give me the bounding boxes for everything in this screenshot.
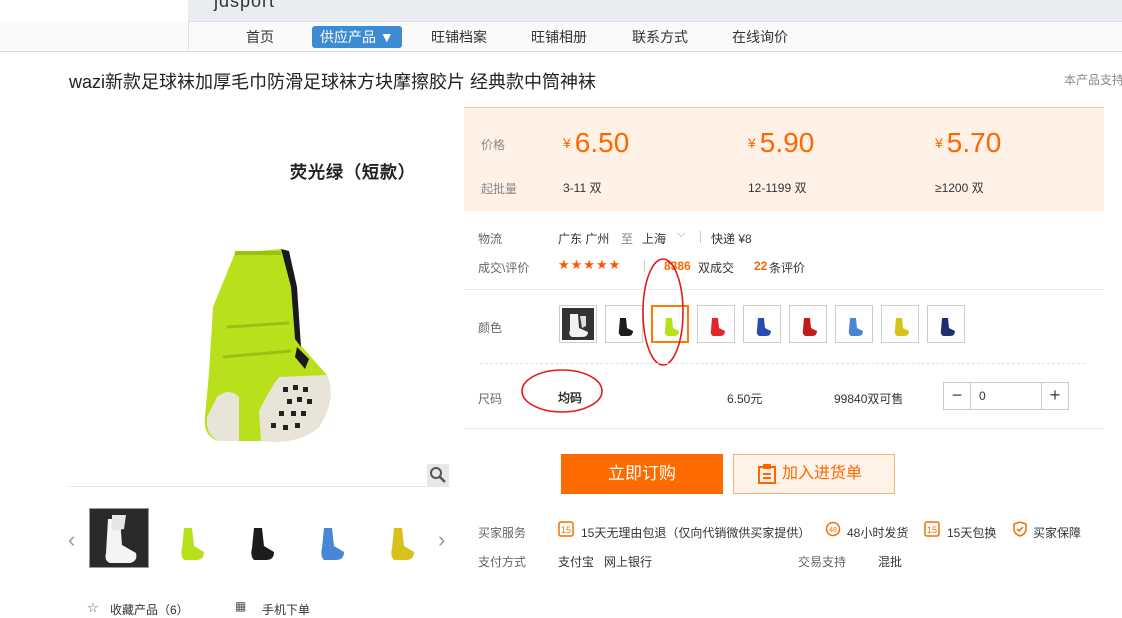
price-tier-2: ¥5.90 bbox=[748, 127, 815, 158]
nav-contact[interactable]: 联系方式 bbox=[632, 26, 688, 48]
express-fee: 快递 ¥8 bbox=[711, 232, 752, 246]
service-guarantee[interactable]: 买家保障 bbox=[1033, 524, 1081, 541]
color-swatch-green[interactable] bbox=[651, 305, 689, 343]
color-swatch-blue[interactable] bbox=[743, 305, 781, 343]
ship-to-select[interactable]: 上海 bbox=[642, 230, 666, 247]
zoom-icon[interactable] bbox=[427, 464, 449, 486]
thumbnail[interactable] bbox=[370, 508, 430, 568]
range-tier-3: ≥1200 双 bbox=[935, 181, 984, 195]
quantity-input[interactable]: 0 bbox=[970, 383, 1042, 409]
range-tier-2: 12-1199 双 bbox=[748, 181, 807, 195]
divider bbox=[700, 231, 701, 243]
rating-stars: ★★★★★ bbox=[558, 257, 622, 272]
thumbnail[interactable] bbox=[89, 508, 149, 568]
star-outline-icon[interactable]: ☆ bbox=[87, 600, 99, 616]
green-sock-image bbox=[204, 249, 331, 442]
svg-text:15: 15 bbox=[927, 525, 937, 535]
shop-brand[interactable]: jdsport bbox=[214, 0, 275, 12]
size-label: 尺码 bbox=[478, 392, 503, 406]
nav-inquiry[interactable]: 在线询价 bbox=[732, 26, 788, 48]
price-panel: 价格 起批量 ¥6.50 ¥5.90 ¥5.70 3-11 双 12-1199 … bbox=[464, 107, 1104, 211]
price-label: 价格 bbox=[481, 138, 506, 152]
buy-now-button[interactable]: 立即订购 bbox=[561, 454, 723, 494]
color-swatch-light-blue[interactable] bbox=[835, 305, 873, 343]
service-return[interactable]: 15天无理由包退（仅向代销微供买家提供） bbox=[581, 524, 810, 541]
divider bbox=[644, 260, 645, 272]
nav-album[interactable]: 旺铺相册 bbox=[531, 26, 587, 48]
thumbnail[interactable] bbox=[160, 508, 220, 568]
service-shipping[interactable]: 48小时发货 bbox=[847, 524, 908, 541]
services-label: 买家服务 bbox=[478, 526, 527, 540]
logistics-label: 物流 bbox=[478, 232, 503, 246]
sales-label: 成交\评价 bbox=[478, 261, 530, 275]
size-value: 均码 bbox=[558, 391, 583, 405]
exchange-badge-icon: 15 bbox=[924, 521, 940, 537]
payment-methods: 支付宝 网上银行 bbox=[558, 555, 653, 569]
image-caption: 荧光绿（短款） bbox=[290, 163, 416, 182]
divider bbox=[464, 289, 1104, 290]
ship-to-word: 至 bbox=[621, 232, 634, 246]
reviews-suffix: 条评价 bbox=[769, 261, 806, 275]
add-to-cart-label: 加入进货单 bbox=[782, 465, 863, 482]
nav-profile[interactable]: 旺铺档案 bbox=[431, 26, 487, 48]
add-to-cart-button[interactable]: 加入进货单 bbox=[733, 454, 895, 494]
main-product-image[interactable]: 荧光绿（短款） bbox=[69, 107, 451, 487]
stock-available: 99840双可售 bbox=[834, 392, 904, 406]
quantity-plus-button[interactable]: + bbox=[1042, 383, 1068, 409]
divider bbox=[464, 428, 1104, 429]
color-swatch-white[interactable] bbox=[559, 305, 597, 343]
color-swatch-yellow[interactable] bbox=[881, 305, 919, 343]
moq-label: 起批量 bbox=[481, 182, 518, 196]
thumb-next-arrow[interactable]: › bbox=[438, 527, 445, 553]
color-swatch-navy[interactable] bbox=[927, 305, 965, 343]
banner-band bbox=[188, 0, 1122, 22]
clipboard-icon bbox=[758, 464, 776, 484]
nav-divider bbox=[188, 22, 189, 52]
chevron-down-icon[interactable]: ⌵ bbox=[677, 228, 685, 241]
ship-from: 广东 广州 bbox=[558, 232, 610, 246]
reviews-count[interactable]: 22 bbox=[754, 259, 767, 273]
nav-home[interactable]: 首页 bbox=[246, 26, 274, 48]
qrcode-icon[interactable]: ▦ bbox=[235, 599, 246, 613]
thumbnail[interactable] bbox=[230, 508, 290, 568]
thumbnail[interactable] bbox=[300, 508, 360, 568]
svg-text:15: 15 bbox=[561, 525, 571, 535]
return-badge-icon: 15 bbox=[558, 521, 574, 537]
trade-support-label: 交易支持 bbox=[798, 555, 847, 569]
shield-icon bbox=[1013, 521, 1027, 537]
nav-products[interactable]: 供应产品 ▼ bbox=[312, 26, 402, 48]
trade-support-value: 混批 bbox=[878, 555, 903, 569]
top-banner: jdsport bbox=[0, 0, 1122, 22]
price-tier-3: ¥5.70 bbox=[935, 127, 1002, 158]
divider bbox=[480, 363, 1085, 364]
shipping-clock-icon: 48 bbox=[825, 521, 841, 537]
range-tier-1: 3-11 双 bbox=[563, 181, 602, 195]
thumb-prev-arrow[interactable]: ‹ bbox=[68, 527, 75, 553]
deals-suffix: 双成交 bbox=[698, 261, 735, 275]
size-price: 6.50元 bbox=[727, 392, 763, 406]
service-exchange[interactable]: 15天包换 bbox=[947, 524, 996, 541]
price-tier-1: ¥6.50 bbox=[563, 127, 630, 158]
nav-bar: 首页 供应产品 ▼ 旺铺档案 旺铺相册 联系方式 在线询价 bbox=[0, 22, 1122, 52]
support-note: 本产品支持 bbox=[1064, 73, 1122, 87]
quantity-stepper: − 0 + bbox=[943, 382, 1069, 410]
quantity-minus-button[interactable]: − bbox=[944, 383, 970, 409]
color-swatch-dark-red[interactable] bbox=[789, 305, 827, 343]
color-label: 颜色 bbox=[478, 321, 503, 335]
color-swatch-red[interactable] bbox=[697, 305, 735, 343]
payment-label: 支付方式 bbox=[478, 555, 527, 569]
product-title: wazi新款足球袜加厚毛巾防滑足球袜方块摩擦胶片 经典款中筒神袜 bbox=[69, 72, 597, 92]
svg-text:48: 48 bbox=[829, 527, 837, 534]
color-swatch-black[interactable] bbox=[605, 305, 643, 343]
deals-count[interactable]: 8386 bbox=[664, 259, 691, 273]
